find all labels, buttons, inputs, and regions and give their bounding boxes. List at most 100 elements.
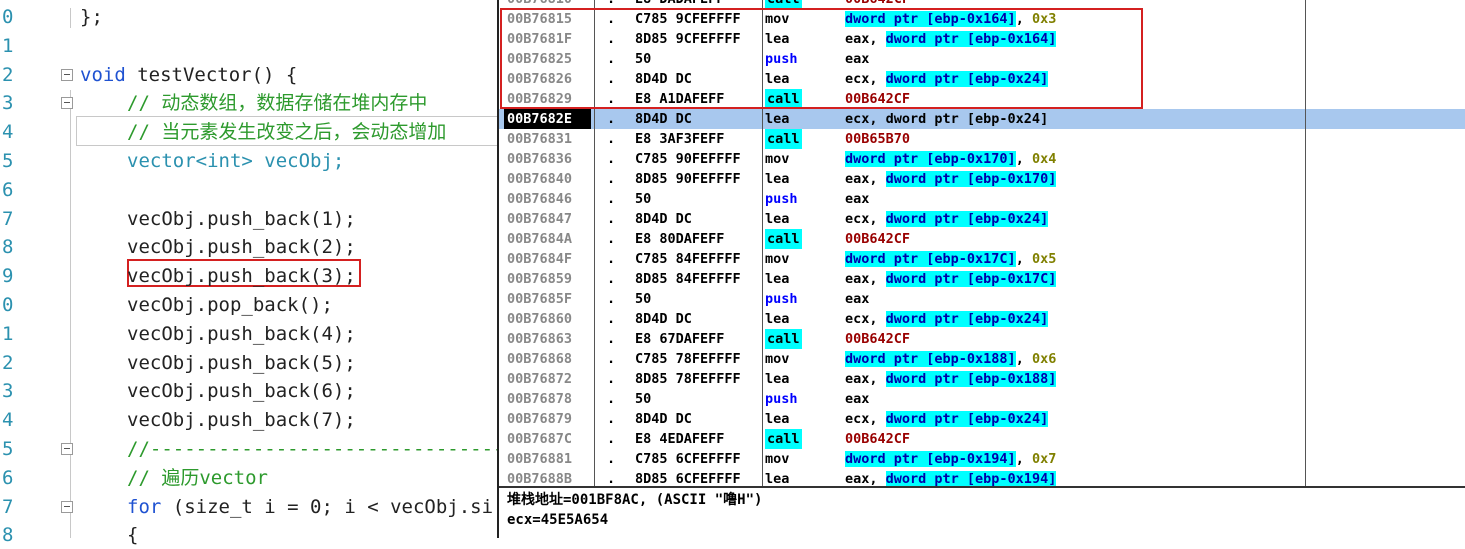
address: 00B76878 [507,391,573,407]
code-token: }; [80,6,103,28]
line-number: 8 [2,236,14,259]
instruction-row[interactable]: 00B76846. 50 push eax [499,189,1465,209]
line-number: 6 [2,466,14,489]
row-marker: . [607,131,616,147]
address: 00B76868 [507,351,573,367]
code-token: vecObj.push_back(7); [127,409,356,432]
line-number: 0 [2,6,14,28]
operands: dword ptr [ebp-0x194], 0x7 [845,449,1056,469]
instruction-row[interactable]: 00B76878. 50 push eax [499,389,1465,409]
code-token: vecObj.push_back(3); [127,265,356,288]
operand-part: , [1015,251,1032,267]
mnemonic: call [765,329,802,349]
instruction-row[interactable]: 00B76840. 8D85 90FEFFFF lea eax, dword ptr … [499,169,1465,189]
operand-part: ecx, [845,311,886,327]
operand-part: dword ptr [ebp-0x170] [885,171,1057,187]
line-number: 0 [2,294,14,316]
stack-address-line: 堆栈地址=001BF8AC, (ASCII "噜H") [507,492,763,508]
instruction-row[interactable]: 00B76831. E8 3AF3FEFF call 00B65B70 [499,129,1465,149]
operands: ecx, dword ptr [ebp-0x24] [845,109,1048,129]
code-text: vecObj.pop_back(); [127,291,333,319]
mnemonic: call [765,129,802,149]
operands: 00B642CF [845,229,910,249]
instruction-row[interactable]: 00B76863. E8 67DAFEFF call 00B642CF [499,329,1465,349]
collapse-toggle-icon[interactable] [61,97,73,110]
operand-part: 0x4 [1031,151,1057,167]
address: 00B76860 [507,311,573,327]
instruction-row[interactable]: 00B7684F. C785 84FEFFFF mov dword ptr [ebp-… [499,249,1465,269]
code-text: // 遍历vector [127,464,268,492]
line-number: 7 [2,207,14,230]
code-text: vecObj.push_back(5); [127,349,356,377]
mnemonic: mov [765,351,790,367]
instruction-row[interactable]: 00B76860. 8D4D DC lea ecx, dword ptr [ebp-0… [499,309,1465,329]
mnemonic: lea [765,111,790,127]
operand-part: dword ptr [ebp-0x24] [885,411,1049,427]
code-text: // 动态数组，数据存储在堆内存中 [127,89,427,117]
instruction-row[interactable]: 00B76868. C785 78FEFFFF mov dword ptr [ebp-… [499,349,1465,369]
code-token: vecObj.push_back(2); [127,236,356,259]
line-number: 1 [2,34,14,57]
hex-bytes: 8D4D DC [635,111,692,127]
selected-instruction-row[interactable]: 00B7682E. 8D4D DC lea ecx, dword ptr [ebp-0… [499,109,1465,129]
code-text: vecObj.push_back(3); [127,262,356,290]
mnemonic: call [765,229,802,249]
collapse-toggle-icon[interactable] [61,443,73,455]
operand-part: , [1015,151,1032,167]
row-marker: . [607,451,616,467]
instruction-row[interactable]: 00B76879. 8D4D DC lea ecx, dword ptr [ebp-0… [499,409,1465,429]
row-marker: . [607,211,616,227]
mnemonic: lea [765,411,790,427]
operand-part: 00B642CF [845,331,911,347]
operands: eax, dword ptr [ebp-0x188] [845,369,1057,389]
mnemonic: call [765,429,802,449]
operand-part: dword ptr [ebp-0x24] [885,211,1049,227]
operand-part: eax, [845,271,886,287]
hex-bytes: 50 [635,191,652,207]
row-marker: . [607,431,616,447]
row-marker: . [607,371,616,387]
code-token: // 遍历vector [127,466,268,489]
row-marker: . [607,271,616,287]
address: 00B7685F [507,291,573,307]
disassembly-pane[interactable]: 00B7688B. 8D85 6CFEFFFF lea eax, dword ptr … [497,0,1465,538]
line-number: 4 [2,409,14,432]
instruction-row[interactable]: 00B7687C. E8 4EDAFEFF call 00B642CF [499,429,1465,449]
hex-bytes: 8D4D DC [635,411,692,427]
mnemonic: push [765,291,798,307]
operand-part: , [1015,451,1032,467]
instruction-row[interactable]: 00B7684A. E8 80DAFEFF call 00B642CF [499,229,1465,249]
code-text: vecObj.push_back(1); [127,205,356,233]
code-text: vecObj.push_back(4); [127,320,356,348]
code-text: { [127,521,138,549]
code-text: }; [80,3,103,31]
instruction-row[interactable]: 00B76881. C785 6CFEFFFF mov dword ptr [ebp-… [499,449,1465,469]
instruction-row[interactable]: 00B76847. 8D4D DC lea ecx, dword ptr [ebp-0… [499,209,1465,229]
line-number: 9 [2,265,14,288]
column-separator [1305,0,1306,486]
operand-part: eax, [845,371,886,387]
line-number: 4 [2,121,14,144]
operand-part: eax [845,291,870,307]
disasm-highlight-box [500,8,1143,109]
operands: dword ptr [ebp-0x17C], 0x5 [845,249,1056,269]
hex-bytes: C785 84FEFFFF [635,251,741,267]
instruction-row[interactable]: 00B76872. 8D85 78FEFFFF lea eax, dword ptr … [499,369,1465,389]
hex-bytes: E8 67DAFEFF [635,331,725,347]
collapse-toggle-icon[interactable] [61,68,73,81]
row-marker: . [607,171,616,187]
operand-part: 00B65B70 [845,131,911,147]
instruction-row[interactable]: 00B76836. C785 90FEFFFF mov dword ptr [ebp-… [499,149,1465,169]
instruction-row[interactable]: 00B7685F. 50 push eax [499,289,1465,309]
mnemonic: lea [765,371,790,387]
address: 00B76846 [507,191,573,207]
row-marker: . [607,391,616,407]
operand-part: 00B642CF [845,0,910,7]
collapse-toggle-icon[interactable] [61,500,73,513]
instruction-row[interactable]: 00B76859. 8D85 84FEFFFF lea eax, dword ptr … [499,269,1465,289]
address: 00B76836 [507,151,573,167]
operands: dword ptr [ebp-0x170], 0x4 [845,149,1056,169]
hex-bytes: 8D4D DC [635,211,692,227]
code-token: { [127,524,139,547]
line-number: 2 [2,351,14,374]
